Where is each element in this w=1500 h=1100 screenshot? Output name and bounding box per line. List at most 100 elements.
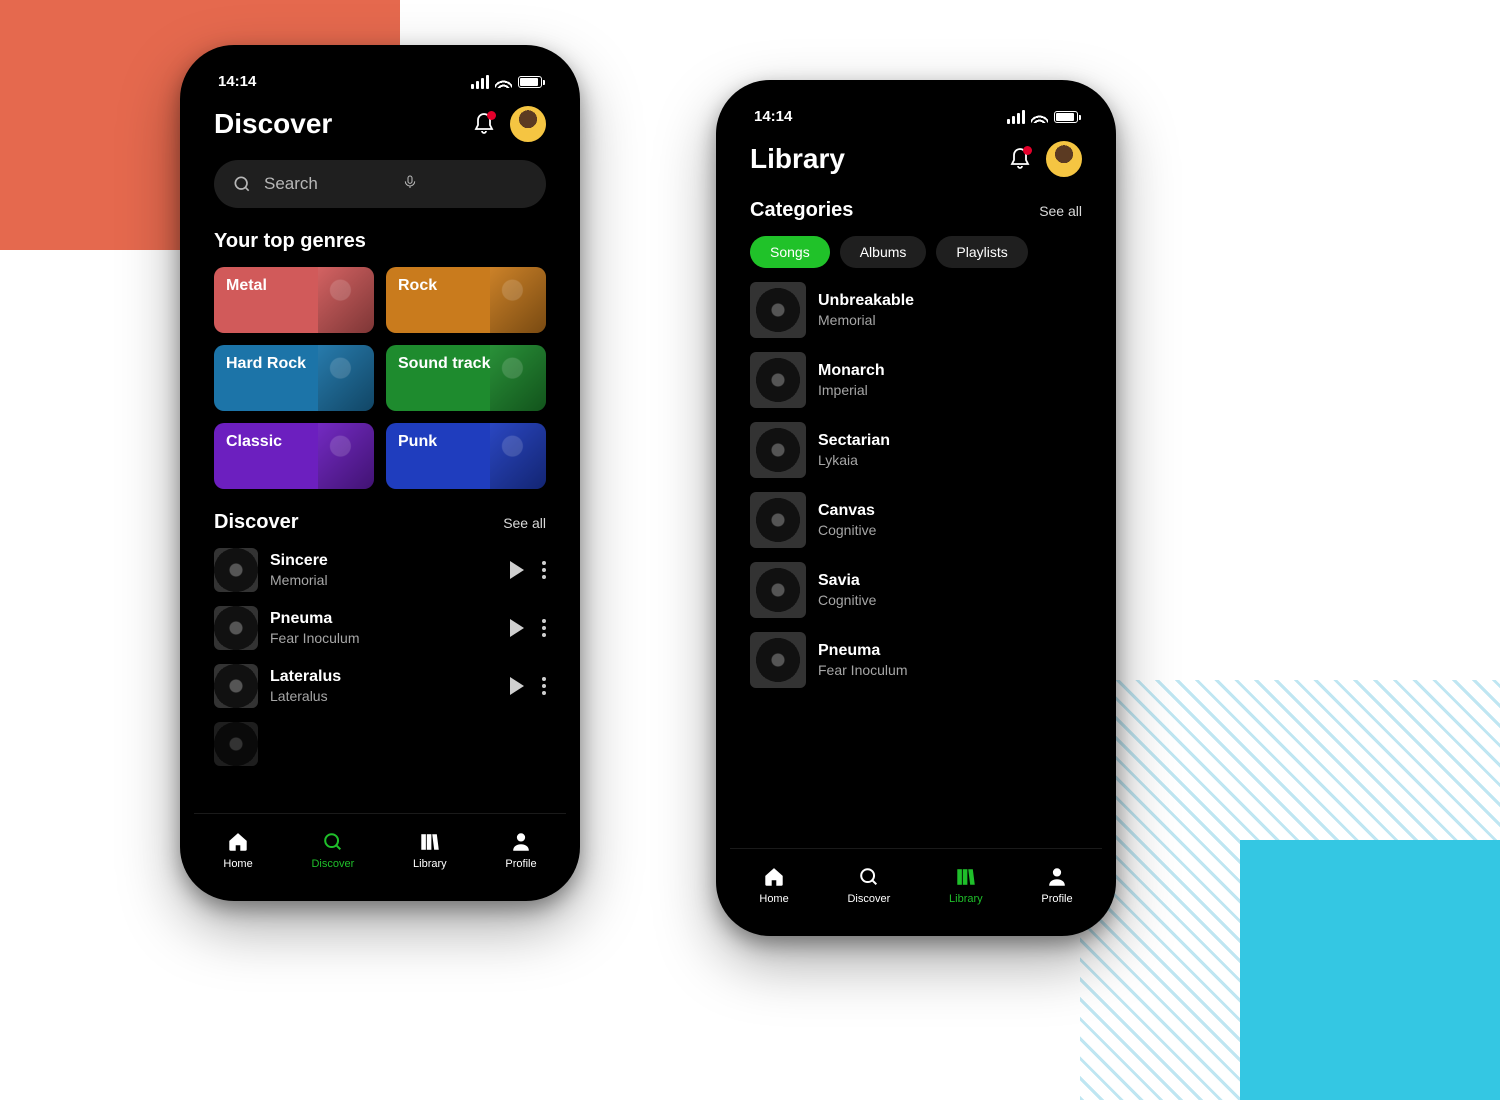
library-icon — [418, 831, 442, 853]
chip-playlists[interactable]: Playlists — [936, 236, 1027, 268]
track-row[interactable]: Pneuma Fear Inoculum — [214, 606, 546, 650]
nav-discover[interactable]: Discover — [847, 866, 890, 905]
track-name: Unbreakable — [818, 292, 1082, 310]
nav-label: Profile — [1041, 893, 1072, 905]
track-name: Canvas — [818, 502, 1082, 520]
nav-profile[interactable]: Profile — [505, 831, 536, 870]
library-icon — [954, 866, 978, 888]
genre-art — [318, 267, 374, 333]
search-icon — [321, 831, 345, 853]
album-art — [750, 352, 806, 408]
album-art — [214, 548, 258, 592]
nav-profile[interactable]: Profile — [1041, 866, 1072, 905]
track-name: Savia — [818, 572, 1082, 590]
profile-icon — [1045, 866, 1069, 888]
album-art — [750, 562, 806, 618]
genre-card-rock[interactable]: Rock — [386, 267, 546, 333]
genre-label: Rock — [398, 277, 437, 294]
nav-home[interactable]: Home — [759, 866, 788, 905]
play-button[interactable] — [510, 619, 524, 637]
nav-label: Home — [223, 858, 252, 870]
bottom-nav: Home Discover Library Profile — [194, 813, 566, 887]
profile-icon — [509, 831, 533, 853]
genre-card-hard-rock[interactable]: Hard Rock — [214, 345, 374, 411]
search-input[interactable]: Search — [214, 160, 546, 208]
track-row[interactable]: Unbreakable Memorial — [750, 282, 1082, 338]
more-button[interactable] — [542, 561, 546, 579]
see-all-link[interactable]: See all — [1039, 203, 1082, 219]
track-row[interactable] — [214, 722, 546, 766]
genre-art — [318, 345, 374, 411]
genre-art — [490, 423, 546, 489]
microphone-icon — [402, 172, 418, 192]
track-row[interactable]: Monarch Imperial — [750, 352, 1082, 408]
track-artist: Cognitive — [818, 592, 1082, 608]
genre-art — [318, 423, 374, 489]
more-button[interactable] — [542, 677, 546, 695]
chip-albums[interactable]: Albums — [840, 236, 927, 268]
chip-songs[interactable]: Songs — [750, 236, 830, 268]
page-title: Discover — [214, 108, 332, 140]
genre-card-punk[interactable]: Punk — [386, 423, 546, 489]
home-icon — [226, 831, 250, 853]
avatar[interactable] — [510, 106, 546, 142]
mic-button[interactable] — [402, 172, 528, 197]
nav-library[interactable]: Library — [949, 866, 983, 905]
track-row[interactable]: Savia Cognitive — [750, 562, 1082, 618]
discover-heading: Discover — [214, 511, 299, 534]
notification-dot-icon — [487, 111, 496, 120]
album-art — [750, 492, 806, 548]
decor-cyan-block — [1240, 840, 1500, 1100]
battery-icon — [518, 76, 542, 88]
see-all-link[interactable]: See all — [503, 515, 546, 531]
track-row[interactable]: Sincere Memorial — [214, 548, 546, 592]
status-time: 14:14 — [754, 108, 792, 125]
avatar[interactable] — [1046, 141, 1082, 177]
track-row[interactable]: Lateralus Lateralus — [214, 664, 546, 708]
album-art — [750, 632, 806, 688]
play-button[interactable] — [510, 677, 524, 695]
nav-library[interactable]: Library — [413, 831, 447, 870]
nav-label: Home — [759, 893, 788, 905]
status-time: 14:14 — [218, 73, 256, 90]
track-artist: Fear Inoculum — [818, 662, 1082, 678]
more-button[interactable] — [542, 619, 546, 637]
notification-dot-icon — [1023, 146, 1032, 155]
nav-discover[interactable]: Discover — [311, 831, 354, 870]
device-notch — [295, 45, 465, 73]
album-art — [214, 664, 258, 708]
wifi-icon — [495, 76, 512, 88]
genre-art — [490, 345, 546, 411]
search-icon — [857, 866, 881, 888]
track-name: Sincere — [270, 552, 498, 570]
album-art — [214, 722, 258, 766]
nav-label: Library — [413, 858, 447, 870]
track-artist: Imperial — [818, 382, 1082, 398]
nav-label: Library — [949, 893, 983, 905]
track-artist: Fear Inoculum — [270, 630, 498, 646]
signal-icon — [471, 75, 489, 89]
device-notch — [831, 80, 1001, 108]
notifications-button[interactable] — [472, 112, 496, 136]
play-button[interactable] — [510, 561, 524, 579]
track-artist: Memorial — [270, 572, 498, 588]
track-name: Monarch — [818, 362, 1082, 380]
nav-home[interactable]: Home — [223, 831, 252, 870]
track-name: Lateralus — [270, 668, 498, 686]
genre-label: Classic — [226, 433, 282, 450]
genre-card-soundtrack[interactable]: Sound track — [386, 345, 546, 411]
track-row[interactable]: Pneuma Fear Inoculum — [750, 632, 1082, 688]
album-art — [750, 282, 806, 338]
genre-label: Metal — [226, 277, 267, 294]
genre-card-classic[interactable]: Classic — [214, 423, 374, 489]
track-artist: Lykaia — [818, 452, 1082, 468]
notifications-button[interactable] — [1008, 147, 1032, 171]
track-row[interactable]: Sectarian Lykaia — [750, 422, 1082, 478]
genre-label: Punk — [398, 433, 437, 450]
genre-card-metal[interactable]: Metal — [214, 267, 374, 333]
track-row[interactable]: Canvas Cognitive — [750, 492, 1082, 548]
track-name: Sectarian — [818, 432, 1082, 450]
track-name: Pneuma — [818, 642, 1082, 660]
home-icon — [762, 866, 786, 888]
nav-label: Discover — [311, 858, 354, 870]
